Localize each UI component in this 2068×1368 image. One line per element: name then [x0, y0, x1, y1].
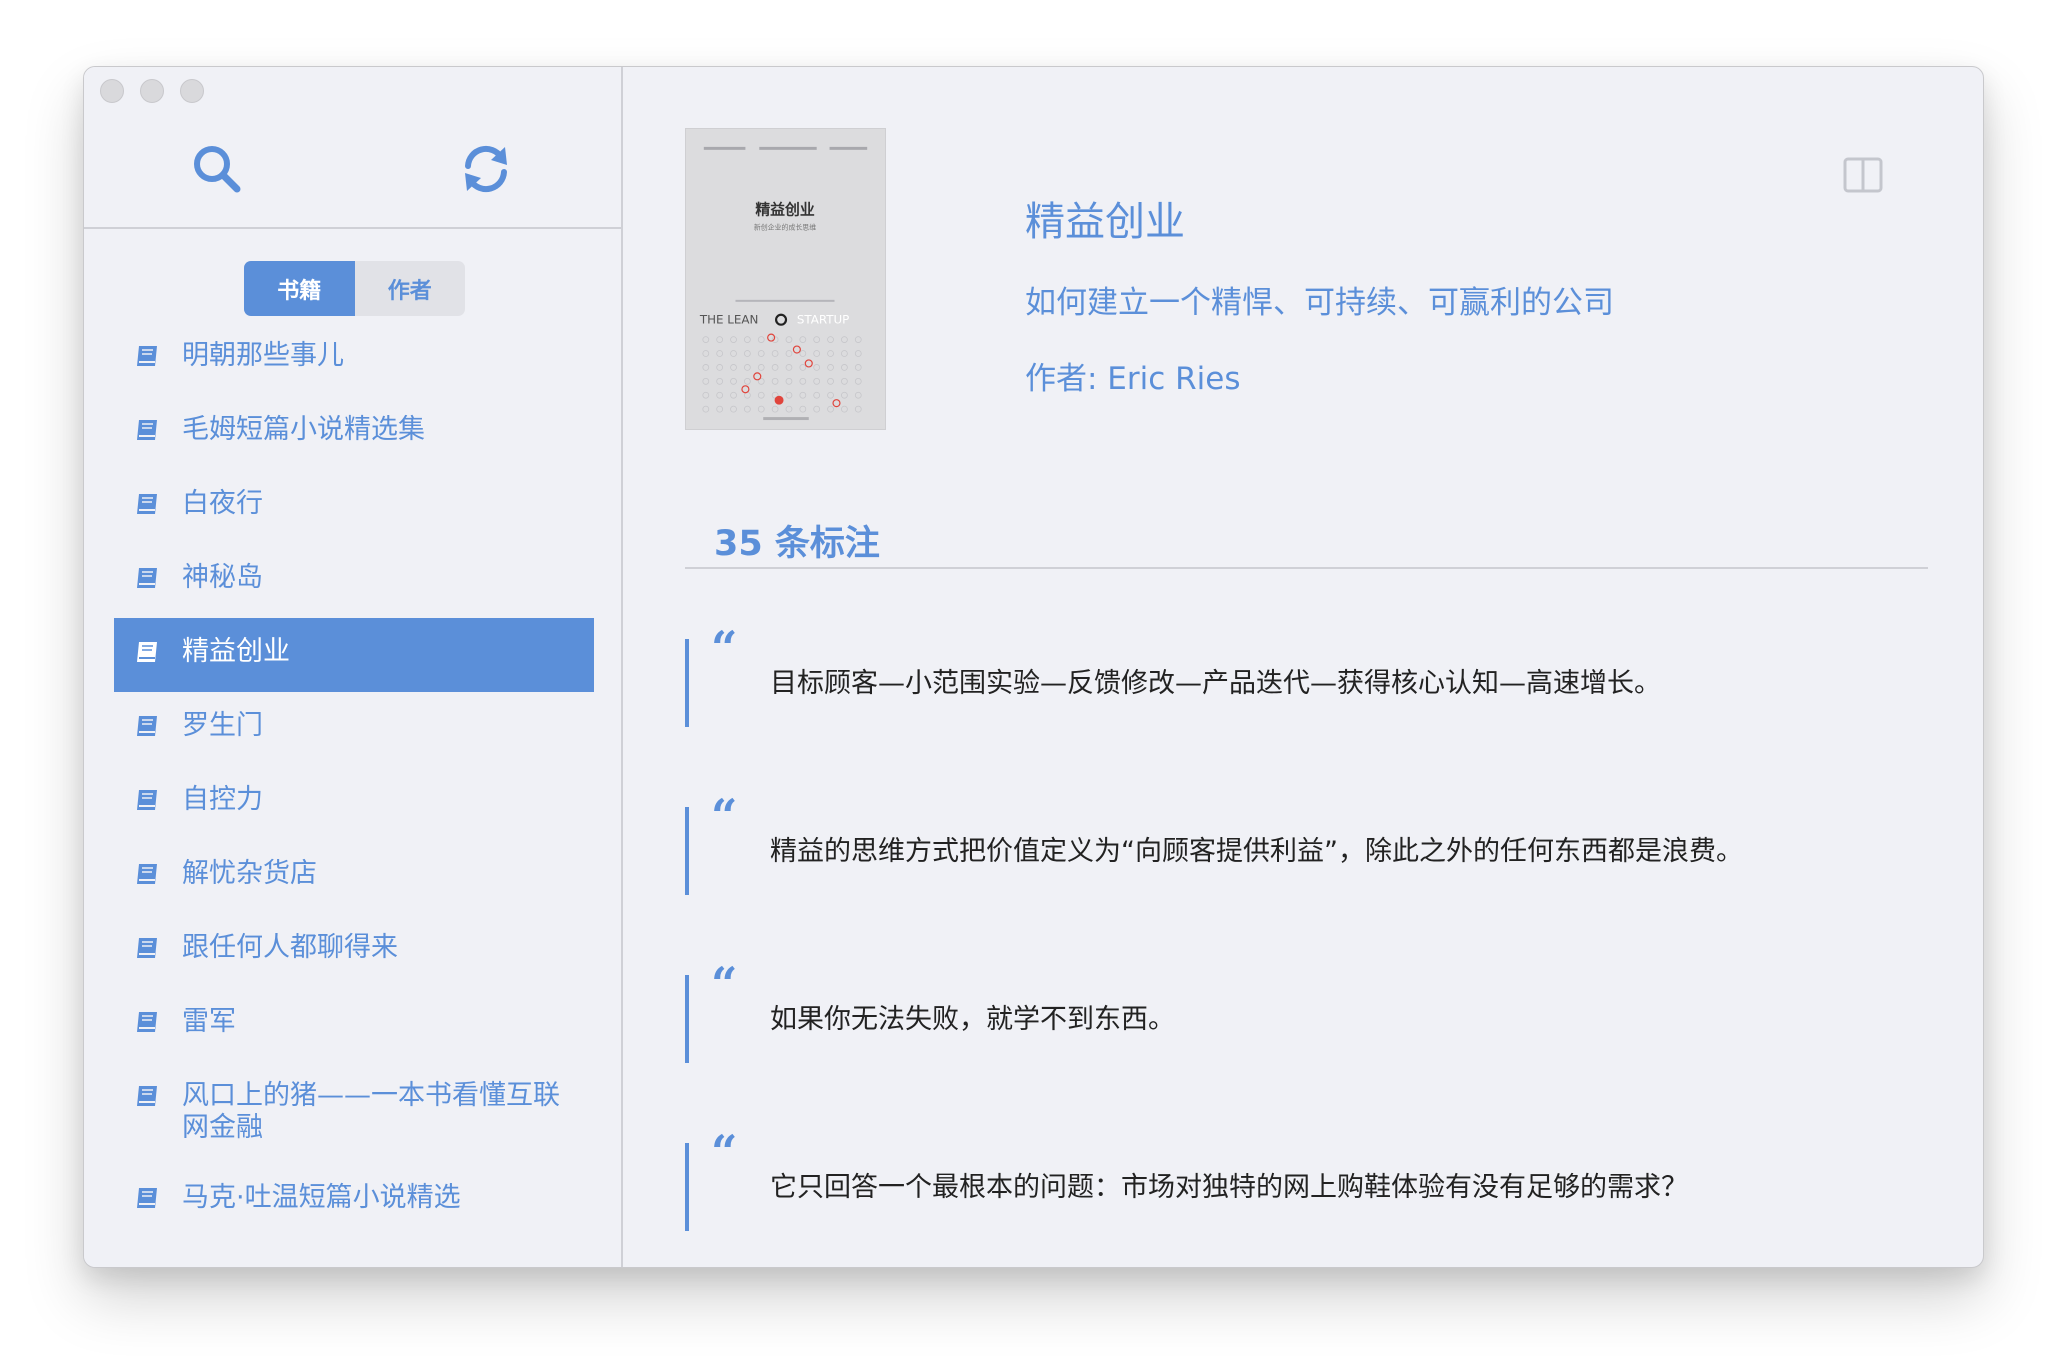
annotation-text: 精益的思维方式把价值定义为“向顾客提供利益”，除此之外的任何东西都是浪费。	[770, 836, 1743, 867]
book-detail-pane: 精益创业 新创企业的成长思维 THE LEAN STARTUP 精益创业 如何建…	[625, 67, 1983, 1267]
app-window: 书籍 作者 明朝那些事儿 毛姆短篇小说精选集 白夜行 神秘岛 精益创业 罗生门 …	[83, 66, 1984, 1268]
cover-brand-left: THE LEAN	[699, 313, 759, 327]
search-icon	[194, 146, 241, 193]
book-title-label: 白夜行	[182, 488, 263, 519]
cover-title: 精益创业	[755, 200, 814, 218]
book-title-label: 精益创业	[182, 636, 290, 667]
book-title-label: 神秘岛	[182, 562, 263, 593]
quote-icon: “	[711, 1125, 738, 1179]
book-icon	[134, 491, 160, 517]
book-list-item[interactable]: 神秘岛	[114, 544, 594, 618]
book-title-label: 解忧杂货店	[182, 858, 317, 889]
book-title-label: 马克·吐温短篇小说精选	[182, 1182, 461, 1213]
book-icon	[134, 787, 160, 813]
annotation-text: 它只回答一个最根本的问题：市场对独特的网上购鞋体验有没有足够的需求？	[770, 1172, 1688, 1203]
book-icon	[134, 417, 160, 443]
book-title-label: 雷军	[182, 1006, 236, 1037]
sidebar-layout-icon	[1843, 157, 1883, 193]
book-title-label: 自控力	[182, 784, 263, 815]
book-list-item[interactable]: 雷军	[114, 988, 594, 1062]
tab-authors[interactable]: 作者	[355, 261, 466, 316]
refresh-icon	[465, 145, 507, 193]
book-title: 精益创业	[1025, 199, 1185, 245]
book-icon	[134, 1009, 160, 1035]
book-title-label: 风口上的猪——一本书看懂互联网金融	[182, 1080, 560, 1143]
quote-icon: “	[711, 957, 738, 1011]
book-list-item[interactable]: 风口上的猪——一本书看懂互联网金融	[114, 1062, 594, 1164]
book-list-item[interactable]: 明朝那些事儿	[114, 322, 594, 396]
sidebar: 书籍 作者 明朝那些事儿 毛姆短篇小说精选集 白夜行 神秘岛 精益创业 罗生门 …	[84, 67, 623, 1267]
book-list-item[interactable]: 跟任何人都聊得来	[114, 914, 594, 988]
refresh-button[interactable]	[456, 139, 516, 199]
annotation-text: 如果你无法失败，就学不到东西。	[770, 1004, 1175, 1035]
minimize-window-button[interactable]	[140, 79, 164, 103]
book-icon	[134, 639, 160, 665]
book-list-item[interactable]: 毛姆短篇小说精选集	[114, 396, 594, 470]
annotation-text: 目标顾客—小范围实验—反馈修改—产品迭代—获得核心认知—高速增长。	[770, 668, 1661, 699]
book-author: 作者: Eric Ries	[1025, 361, 1241, 397]
book-icon	[134, 935, 160, 961]
book-title-label: 罗生门	[182, 710, 263, 741]
cover-subtitle: 新创企业的成长思维	[754, 222, 816, 231]
search-button[interactable]	[187, 139, 247, 199]
split-view-toggle-button[interactable]	[1843, 157, 1883, 193]
tab-books[interactable]: 书籍	[244, 261, 355, 316]
book-list-item-selected[interactable]: 精益创业	[114, 618, 594, 692]
book-title-label: 明朝那些事儿	[182, 340, 344, 371]
book-list-item[interactable]: 自控力	[114, 766, 594, 840]
view-switch: 书籍 作者	[244, 261, 465, 316]
book-subtitle: 如何建立一个精悍、可持续、可赢利的公司	[1025, 285, 1614, 321]
book-icon	[134, 343, 160, 369]
annotation-item[interactable]: “ 它只回答一个最根本的问题：市场对独特的网上购鞋体验有没有足够的需求？	[685, 1125, 1885, 1231]
zoom-window-button[interactable]	[180, 79, 204, 103]
book-icon	[134, 565, 160, 591]
book-title-label: 毛姆短篇小说精选集	[182, 414, 425, 445]
close-window-button[interactable]	[100, 79, 124, 103]
book-icon	[134, 1083, 160, 1109]
annotation-item[interactable]: “ 精益的思维方式把价值定义为“向顾客提供利益”，除此之外的任何东西都是浪费。	[685, 789, 1885, 895]
book-cover-image: 精益创业 新创企业的成长思维 THE LEAN STARTUP	[685, 128, 886, 430]
quote-icon: “	[711, 621, 738, 675]
book-icon	[134, 861, 160, 887]
section-divider	[685, 567, 1928, 569]
book-list-item[interactable]: 白夜行	[114, 470, 594, 544]
annotation-item[interactable]: “ 如果你无法失败，就学不到东西。	[685, 957, 1885, 1063]
window-controls	[100, 79, 204, 103]
annotation-count-heading: 35 条标注	[714, 524, 880, 564]
book-list-item[interactable]: 罗生门	[114, 692, 594, 766]
book-icon	[134, 713, 160, 739]
book-list-item[interactable]: 马克·吐温短篇小说精选	[114, 1164, 594, 1238]
book-list: 明朝那些事儿 毛姆短篇小说精选集 白夜行 神秘岛 精益创业 罗生门 自控力 解忧…	[114, 322, 594, 1238]
book-list-item[interactable]: 解忧杂货店	[114, 840, 594, 914]
book-icon	[134, 1185, 160, 1211]
quote-icon: “	[711, 789, 738, 843]
annotation-item[interactable]: “ 目标顾客—小范围实验—反馈修改—产品迭代—获得核心认知—高速增长。	[685, 621, 1885, 727]
book-title-label: 跟任何人都聊得来	[182, 932, 398, 963]
cover-brand-right: STARTUP	[797, 313, 849, 327]
